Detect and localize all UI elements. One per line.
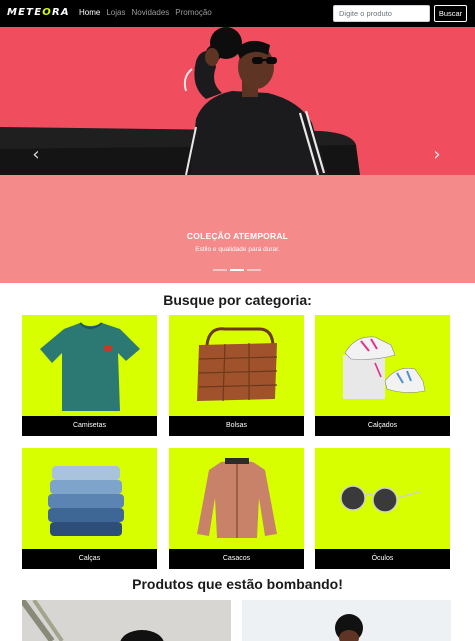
- category-card-calcas[interactable]: Calças: [22, 448, 157, 569]
- category-card-calcados[interactable]: Calçados: [315, 315, 450, 436]
- sunglasses-icon: [340, 485, 420, 513]
- carousel-indicators: [213, 269, 261, 271]
- category-card-camisetas[interactable]: Camisetas: [22, 315, 157, 436]
- carousel-indicator-3[interactable]: [247, 269, 261, 271]
- carousel-caption-title: COLEÇÃO ATEMPORAL: [186, 231, 289, 241]
- product-card-2[interactable]: [242, 600, 451, 641]
- bag-icon: [197, 327, 278, 402]
- nav-link-lojas[interactable]: Lojas: [106, 8, 125, 17]
- product-image: [242, 600, 451, 641]
- category-label: Calças: [22, 549, 157, 569]
- search-input[interactable]: [333, 5, 430, 22]
- jacket-icon: [197, 458, 277, 538]
- nav-link-promocao[interactable]: Promoção: [175, 8, 211, 17]
- search-button[interactable]: Buscar: [434, 5, 467, 22]
- tshirt-icon: [40, 322, 140, 411]
- navbar: METEORA Home Lojas Novidades Promoção Bu…: [0, 0, 475, 27]
- carousel-caption: COLEÇÃO ATEMPORAL Estilo e qualidade par…: [0, 231, 475, 253]
- category-label: Bolsas: [169, 416, 304, 436]
- carousel-next-icon[interactable]: ›: [430, 145, 444, 165]
- category-label: Camisetas: [22, 416, 157, 436]
- jeans-icon: [48, 466, 124, 536]
- hero-carousel: ‹ › COLEÇÃO ATEMPORAL Estilo e qualidade…: [0, 27, 475, 283]
- categories-title: Busque por categoria:: [163, 292, 312, 308]
- sneaker-icon: [343, 336, 426, 399]
- product-image: [22, 600, 231, 641]
- nav-link-home[interactable]: Home: [79, 8, 100, 17]
- category-card-oculos[interactable]: Óculos: [315, 448, 450, 569]
- products-title: Produtos que estão bombando!: [132, 576, 343, 592]
- category-card-bolsas[interactable]: Bolsas: [169, 315, 304, 436]
- nav-links: Home Lojas Novidades Promoção: [79, 8, 212, 17]
- carousel-prev-icon[interactable]: ‹: [29, 145, 43, 165]
- carousel-indicator-2[interactable]: [230, 269, 244, 271]
- hero-image: [0, 27, 475, 175]
- nav-link-novidades[interactable]: Novidades: [131, 8, 169, 17]
- category-label: Casacos: [169, 549, 304, 569]
- category-card-casacos[interactable]: Casacos: [169, 448, 304, 569]
- carousel-indicator-1[interactable]: [213, 269, 227, 271]
- carousel-caption-text: Estilo e qualidade para durar.: [195, 246, 280, 253]
- product-card-1[interactable]: [22, 600, 231, 641]
- category-label: Calçados: [315, 416, 450, 436]
- brand-logo[interactable]: METEORA: [7, 7, 70, 18]
- category-label: Óculos: [315, 549, 450, 569]
